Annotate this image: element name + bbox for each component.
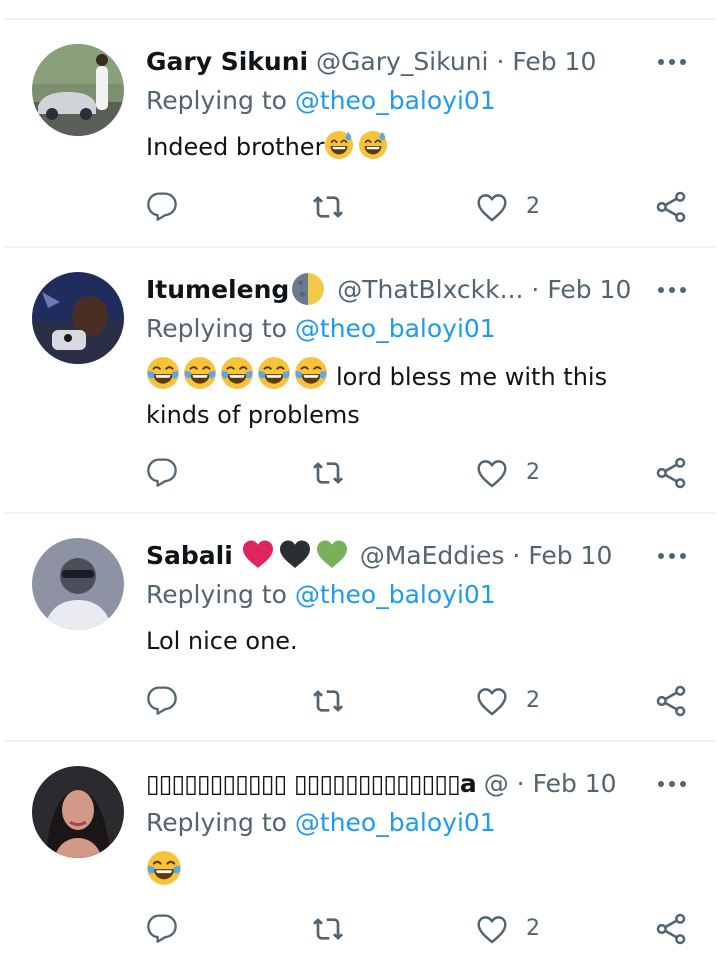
action-bar: 2	[0, 681, 720, 721]
tweet-body: Indeed brother	[146, 133, 325, 161]
like-icon[interactable]	[475, 912, 509, 952]
tweet-header: Itumeleng @ThatBlxckk... · Feb 10	[146, 272, 646, 308]
display-name[interactable]: ▯▯▯▯▯▯▯▯▯▯▯ ▯▯▯▯▯▯▯▯▯▯▯▯▯a	[146, 769, 477, 798]
share-icon[interactable]	[654, 684, 688, 724]
avatar[interactable]	[32, 538, 124, 630]
tweet-date[interactable]: Feb 10	[512, 47, 596, 76]
display-name[interactable]: Sabali	[146, 541, 233, 570]
retweet-icon[interactable]	[310, 913, 346, 953]
more-icon[interactable]	[655, 538, 689, 574]
black-heart-emoji	[278, 538, 312, 570]
replying-to: Replying to @theo_baloyi01	[146, 808, 496, 837]
replying-prefix: Replying to	[146, 86, 287, 115]
like-count: 2	[526, 916, 540, 941]
avatar[interactable]	[32, 272, 124, 364]
action-bar: 2	[0, 909, 720, 949]
avatar[interactable]	[32, 766, 124, 858]
user-handle[interactable]: @ThatBlxckk...	[337, 275, 523, 304]
replying-prefix: Replying to	[146, 808, 287, 837]
separator-dot: ·	[512, 541, 521, 570]
red-heart-emoji	[241, 538, 275, 570]
tweet-header: Sabali @MaEddies · Feb 10	[146, 538, 646, 574]
more-icon[interactable]	[655, 272, 689, 308]
tweet-date[interactable]: Feb 10	[533, 769, 617, 798]
display-name[interactable]: Itumeleng	[146, 275, 289, 304]
like-icon[interactable]	[475, 190, 509, 230]
tears-of-joy-emoji	[257, 356, 291, 390]
user-handle[interactable]: @Gary_Sikuni	[316, 47, 488, 76]
replying-to: Replying to @theo_baloyi01	[146, 580, 496, 609]
reply-icon[interactable]	[146, 191, 178, 231]
display-name[interactable]: Gary Sikuni	[146, 47, 308, 76]
user-handle[interactable]: @MaEddies	[360, 541, 505, 570]
replying-to: Replying to @theo_baloyi01	[146, 314, 496, 343]
retweet-icon[interactable]	[310, 685, 346, 725]
tweet-text: Lol nice one.	[146, 622, 666, 660]
replying-prefix: Replying to	[146, 580, 287, 609]
share-icon[interactable]	[654, 190, 688, 230]
mention-link[interactable]: @theo_baloyi01	[295, 86, 496, 115]
mention-link[interactable]: @theo_baloyi01	[295, 580, 496, 609]
tears-of-joy-emoji	[183, 356, 217, 390]
retweet-icon[interactable]	[310, 457, 346, 497]
like-icon[interactable]	[475, 456, 509, 496]
user-handle[interactable]: @	[484, 769, 509, 798]
tears-of-joy-emoji	[294, 356, 328, 390]
tears-of-joy-emoji	[146, 850, 182, 886]
tears-of-joy-emoji	[146, 356, 180, 390]
tweet-text	[146, 850, 666, 892]
replying-prefix: Replying to	[146, 314, 287, 343]
like-icon[interactable]	[475, 684, 509, 724]
tweet-divider	[4, 246, 716, 248]
reply-icon[interactable]	[146, 685, 178, 725]
tweet-divider	[4, 740, 716, 742]
tweet-date[interactable]: Feb 10	[547, 275, 631, 304]
tears-of-joy-emoji	[220, 356, 254, 390]
retweet-icon[interactable]	[310, 191, 346, 231]
tweet-header: Gary Sikuni @Gary_Sikuni · Feb 10	[146, 44, 646, 80]
moon-emoji	[291, 272, 325, 306]
separator-dot: ·	[531, 275, 540, 304]
like-count: 2	[526, 460, 540, 485]
separator-dot: ·	[496, 47, 505, 76]
tweet-text: Indeed brother	[146, 128, 666, 166]
reply-icon[interactable]	[146, 913, 178, 953]
separator-dot: ·	[516, 769, 525, 798]
replying-to: Replying to @theo_baloyi01	[146, 86, 496, 115]
action-bar: 2	[0, 453, 720, 493]
like-count: 2	[526, 688, 540, 713]
like-count: 2	[526, 194, 540, 219]
tweet-header: ▯▯▯▯▯▯▯▯▯▯▯ ▯▯▯▯▯▯▯▯▯▯▯▯▯a @ · Feb 10	[146, 766, 646, 802]
top-divider	[4, 18, 716, 20]
tweet-divider	[4, 512, 716, 514]
green-heart-emoji	[315, 538, 349, 570]
reply-icon[interactable]	[146, 457, 178, 497]
avatar[interactable]	[32, 44, 124, 136]
tweet-text: lord bless me with this kinds of problem…	[146, 356, 666, 434]
mention-link[interactable]: @theo_baloyi01	[295, 808, 496, 837]
action-bar: 2	[0, 187, 720, 227]
share-icon[interactable]	[654, 912, 688, 952]
tweet-body: Lol nice one.	[146, 627, 298, 655]
sweat-smile-emoji	[358, 130, 388, 160]
share-icon[interactable]	[654, 456, 688, 496]
more-icon[interactable]	[655, 44, 689, 80]
mention-link[interactable]: @theo_baloyi01	[295, 314, 496, 343]
tweet-date[interactable]: Feb 10	[528, 541, 612, 570]
sweat-smile-emoji	[324, 130, 354, 160]
more-icon[interactable]	[655, 766, 689, 802]
